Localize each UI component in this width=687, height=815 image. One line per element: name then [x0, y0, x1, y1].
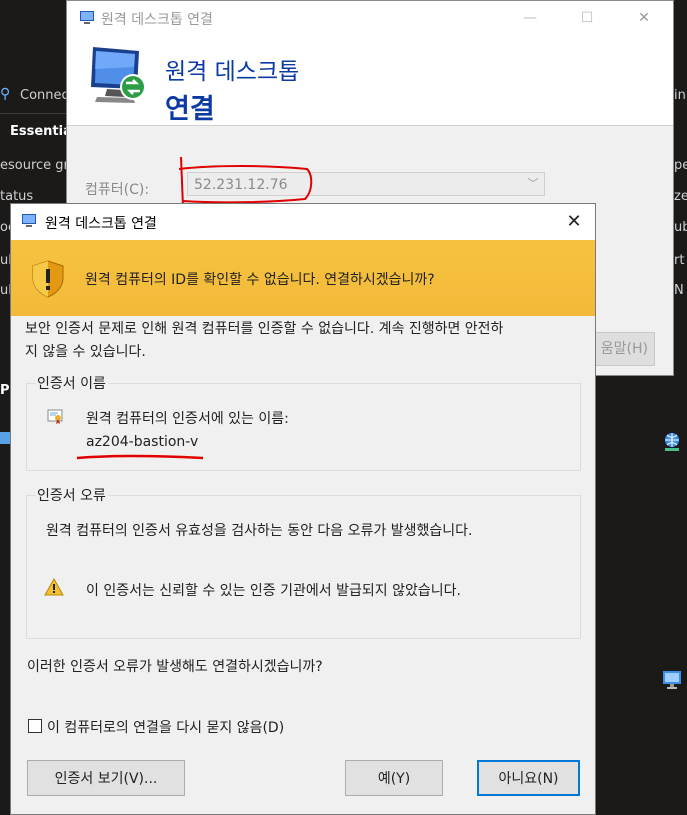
red-annotation-underline [76, 454, 204, 460]
connect-question: 이러한 인증서 오류가 발생해도 연결하시겠습니까? [27, 659, 323, 675]
connect-icon: ⚲ [0, 86, 11, 102]
warning-banner: 원격 컴퓨터의 ID를 확인할 수 없습니다. 연결하시겠습니까? [11, 240, 595, 316]
portal-resource-group-label: esource gr [0, 158, 69, 173]
computer-label: 컴퓨터(C): [85, 182, 150, 198]
cert-error-message: 이 인증서는 신뢰할 수 있는 인증 기관에서 발급되지 않았습니다. [86, 583, 461, 599]
back-window-title: 원격 데스크톱 연결 [101, 12, 213, 28]
banner-title-line2: 연결 [165, 94, 215, 125]
warning-banner-message: 원격 컴퓨터의 ID를 확인할 수 없습니다. 연결하시겠습니까? [85, 272, 435, 288]
rdp-banner: 원격 데스크톱 연결 [67, 35, 673, 126]
close-icon[interactable]: ✕ [559, 207, 589, 237]
cert-name-description: 원격 컴퓨터의 인증서에 있는 이름: [86, 411, 289, 427]
portal-right-1: in [674, 88, 686, 103]
certificate-icon [47, 408, 63, 424]
security-explanation: 보안 인증서 문제로 인해 원격 컴퓨터를 인증할 수 없습니다. 계속 진행하… [25, 318, 585, 364]
back-window-titlebar[interactable]: 원격 데스크톱 연결 — ☐ ✕ [67, 1, 673, 35]
cert-error-legend: 인증서 오류 [35, 485, 108, 505]
banner-title-line1: 원격 데스크톱 [165, 59, 300, 85]
rdp-monitor-icon [89, 45, 151, 107]
dont-ask-again-label[interactable]: 이 컴퓨터로의 연결을 다시 묻지 않음(D) [47, 717, 284, 737]
no-button[interactable]: 아니요(N) [477, 760, 580, 796]
minimize-button[interactable]: — [519, 7, 541, 29]
view-certificate-button[interactable]: 인증서 보기(V)... [27, 760, 185, 796]
portal-right-3: ze [674, 189, 687, 204]
portal-monitor-icon [0, 432, 10, 444]
maximize-button[interactable]: ☐ [576, 7, 598, 29]
rdp-app-icon [21, 213, 37, 229]
shield-warning-icon [31, 260, 65, 298]
security-explanation-line1: 보안 인증서 문제로 인해 원격 컴퓨터를 인증할 수 없습니다. 계속 진행하… [25, 321, 504, 337]
warning-triangle-icon [44, 577, 64, 596]
cert-name-value: az204-bastion-v [86, 434, 199, 450]
cert-error-description: 원격 컴퓨터의 인증서 유효성을 검사하는 동안 다음 오류가 발생했습니다. [46, 523, 473, 539]
security-explanation-line2: 지 않을 수 있습니다. [25, 344, 146, 360]
cert-name-legend: 인증서 이름 [35, 373, 108, 393]
yes-button[interactable]: 예(Y) [345, 760, 443, 796]
rdp-app-icon [79, 10, 95, 26]
dont-ask-again-checkbox[interactable] [28, 719, 42, 733]
cert-error-group: 인증서 오류 원격 컴퓨터의 인증서 유효성을 검사하는 동안 다음 오류가 발… [26, 485, 581, 639]
dialog-title: 원격 데스크톱 연결 [45, 216, 157, 232]
portal-status-label: tatus [0, 189, 34, 204]
chevron-down-icon[interactable]: ﹀ [522, 173, 544, 195]
help-button[interactable]: 움말(H) [593, 332, 655, 366]
cert-name-group: 인증서 이름 원격 컴퓨터의 인증서에 있는 이름: az204-bastion… [26, 373, 581, 471]
network-globe-icon[interactable] [662, 432, 682, 452]
cert-warning-dialog: 원격 데스크톱 연결 ✕ 원격 컴퓨터의 ID를 확인할 수 없습니다. 연결하… [10, 203, 596, 815]
portal-right-2: pe [674, 158, 687, 173]
portal-connect-label: Connec [20, 88, 69, 103]
close-window-button[interactable]: ✕ [633, 7, 655, 29]
dialog-titlebar[interactable]: 원격 데스크톱 연결 ✕ [11, 204, 595, 240]
portal-right-4: ub [674, 220, 687, 235]
portal-right-6: N [674, 283, 684, 298]
vm-monitor-icon[interactable] [662, 670, 682, 690]
portal-right-5: rt [674, 253, 685, 268]
